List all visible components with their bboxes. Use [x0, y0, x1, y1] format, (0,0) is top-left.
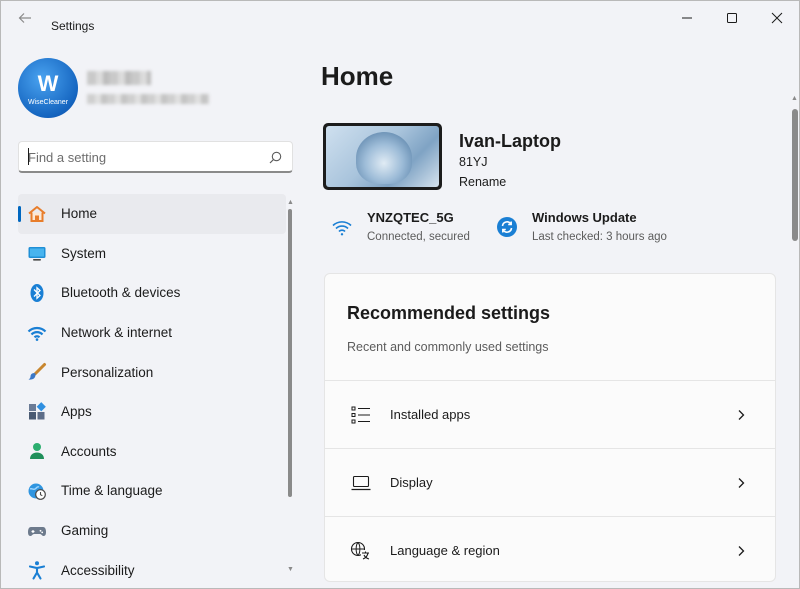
update-sync-icon	[497, 217, 517, 237]
device-name: Ivan-Laptop	[459, 131, 561, 151]
sidebar-item-label: Network & internet	[61, 325, 173, 341]
sidebar-scroll-thumb[interactable]	[288, 209, 292, 497]
chevron-right-icon	[738, 409, 745, 420]
recommended-item-label: Installed apps	[390, 407, 471, 422]
maximize-icon	[727, 13, 737, 23]
clock-globe-icon	[27, 481, 47, 501]
scroll-down-arrow-icon[interactable]: ▼	[287, 566, 294, 573]
recommended-settings-card: Recommended settings Recent and commonly…	[324, 273, 776, 582]
accessibility-icon	[27, 560, 47, 580]
sidebar-item-label: Accessibility	[61, 562, 135, 578]
minimize-icon	[682, 17, 692, 19]
recommended-item-installed-apps[interactable]: Installed apps	[325, 380, 775, 448]
windows-update-status[interactable]: Windows Update Last checked: 3 hours ago	[496, 210, 667, 243]
title-bar: Settings	[1, 1, 799, 37]
sidebar-item-label: Time & language	[61, 483, 163, 499]
sidebar-item-label: Home	[61, 206, 98, 222]
recommended-item-display[interactable]: Display	[325, 448, 775, 516]
page-title: Home	[321, 61, 394, 91]
recommended-item-language-region[interactable]: Language & region	[325, 516, 775, 581]
sidebar-item-gaming[interactable]: Gaming	[18, 511, 286, 551]
back-arrow-icon	[18, 13, 31, 23]
close-icon	[771, 12, 783, 24]
accounts-icon	[27, 441, 47, 461]
rename-link[interactable]: Rename	[459, 175, 506, 189]
network-status-text: Connected, secured	[367, 231, 470, 243]
device-model: 81YJ	[459, 155, 488, 169]
update-title: Windows Update	[532, 210, 637, 225]
close-button[interactable]	[754, 5, 799, 31]
sidebar-item-label: Gaming	[61, 523, 109, 539]
sidebar-item-system[interactable]: System	[18, 234, 286, 274]
search-icon[interactable]	[269, 151, 282, 164]
sidebar-nav: Home System Bluetooth & devices Network …	[18, 194, 286, 588]
avatar[interactable]: W WiseCleaner	[18, 58, 78, 118]
wifi-icon	[27, 323, 47, 343]
wifi-icon	[332, 221, 352, 236]
search-box[interactable]	[18, 141, 293, 173]
display-icon	[350, 472, 372, 494]
sidebar-item-home[interactable]: Home	[18, 194, 286, 234]
recommended-item-label: Display	[390, 475, 433, 490]
card-title: Recommended settings	[347, 303, 551, 323]
chevron-right-icon	[738, 477, 745, 488]
sidebar-item-label: Personalization	[61, 364, 154, 380]
account-email-redacted	[87, 94, 209, 104]
sidebar-item-bluetooth[interactable]: Bluetooth & devices	[18, 273, 286, 313]
text-cursor	[28, 148, 29, 165]
network-status[interactable]: YNZQTEC_5G Connected, secured	[331, 210, 470, 243]
sidebar-item-accounts[interactable]: Accounts	[18, 432, 286, 472]
minimize-button[interactable]	[664, 5, 710, 31]
home-icon	[27, 204, 47, 224]
sidebar-item-label: Accounts	[61, 443, 117, 459]
apps-icon	[27, 401, 47, 422]
account-name-redacted	[87, 71, 151, 85]
bluetooth-icon	[27, 283, 47, 303]
language-icon	[350, 540, 372, 562]
sidebar-item-time-language[interactable]: Time & language	[18, 471, 286, 511]
recommended-item-label: Language & region	[390, 543, 500, 558]
bloom-wallpaper-shape	[356, 132, 412, 184]
network-name: YNZQTEC_5G	[367, 210, 454, 225]
gamepad-icon	[27, 521, 47, 541]
brush-icon	[27, 362, 47, 382]
sidebar-item-personalization[interactable]: Personalization	[18, 352, 286, 392]
update-status-text: Last checked: 3 hours ago	[532, 231, 667, 243]
app-title: Settings	[51, 19, 95, 33]
sidebar-item-label: Apps	[61, 404, 92, 420]
main-scroll-up-arrow-icon[interactable]: ▲	[791, 95, 798, 102]
avatar-logo-text: WiseCleaner	[27, 98, 69, 106]
settings-window: Settings W WiseCleaner Home	[0, 0, 800, 589]
sidebar-item-network[interactable]: Network & internet	[18, 313, 286, 353]
back-button[interactable]	[13, 11, 37, 31]
sidebar-scrollbar[interactable]: ▲ ▼	[287, 199, 294, 581]
chevron-right-icon	[738, 545, 745, 556]
main-scrollbar-thumb[interactable]	[792, 109, 798, 241]
avatar-logo-letter: W	[37, 70, 59, 96]
device-thumbnail	[323, 123, 442, 190]
card-subtitle: Recent and commonly used settings	[347, 340, 549, 354]
sidebar-item-label: System	[61, 245, 107, 261]
sidebar-item-label: Bluetooth & devices	[61, 285, 181, 301]
wallpaper-preview	[326, 126, 439, 187]
sidebar-item-apps[interactable]: Apps	[18, 392, 286, 432]
system-icon	[27, 243, 47, 263]
maximize-button[interactable]	[709, 5, 755, 31]
search-input[interactable]	[28, 147, 258, 167]
sidebar-item-accessibility[interactable]: Accessibility	[18, 550, 286, 588]
scroll-up-arrow-icon[interactable]: ▲	[287, 199, 294, 206]
installed-apps-icon	[350, 404, 372, 426]
